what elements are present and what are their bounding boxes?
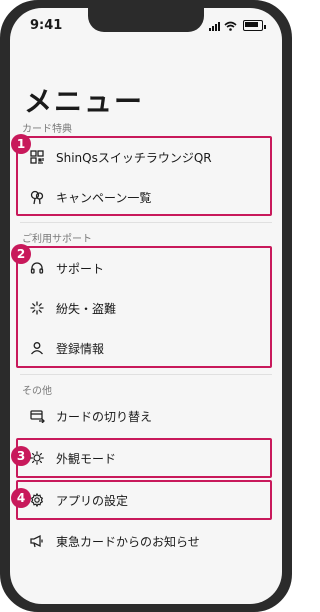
status-time: 9:41 [30,18,63,33]
phone-frame: 9:41 メニュー カード特典 1 ShinQsスイッチラウンジQR キャンペー… [0,0,292,612]
menu-item-lost-stolen[interactable]: 紛失・盗難 [20,289,264,327]
menu-item-app-settings[interactable]: アプリの設定 [20,481,264,519]
menu-item-label: カードの切り替え [56,409,153,424]
menu-item-label: 登録情報 [56,341,105,356]
spark-icon [26,301,48,315]
qr-code-icon [26,150,48,164]
menu-item-label: サポート [56,261,105,276]
menu-item-support[interactable]: サポート [20,249,264,287]
menu-item-label: 外観モード [56,451,117,466]
side-button [0,122,2,162]
section-label-support: ご利用サポート [22,234,92,245]
section-label-card-benefits: カード特典 [22,124,72,135]
signal-icon [209,22,220,31]
menu-item-label: 東急カードからのお知らせ [56,534,200,549]
notch [88,8,204,32]
megaphone-icon [26,534,48,548]
menu-item-label: ShinQsスイッチラウンジQR [56,150,212,165]
headset-icon [26,261,48,275]
wifi-icon [224,21,237,31]
section-label-other: その他 [22,386,52,397]
menu-item-label: 紛失・盗難 [56,301,117,316]
menu-item-campaigns[interactable]: キャンペーン一覧 [20,178,264,216]
battery-icon [243,20,263,31]
menu-item-label: キャンペーン一覧 [56,190,152,205]
menu-item-shinqs-qr[interactable]: ShinQsスイッチラウンジQR [20,138,264,176]
menu-item-appearance-mode[interactable]: 外観モード [20,439,264,477]
person-icon [26,341,48,355]
menu-item-tokyu-notices[interactable]: 東急カードからのお知らせ [20,522,264,560]
gear-icon [26,493,48,507]
menu-item-switch-card[interactable]: カードの切り替え [20,397,264,435]
menu-item-label: アプリの設定 [56,493,129,508]
screen: 9:41 メニュー カード特典 1 ShinQsスイッチラウンジQR キャンペー… [10,8,282,604]
status-icons [209,20,266,31]
balloon-icon [26,190,48,205]
card-switch-icon [26,409,48,423]
page-title: メニュー [24,85,145,118]
sun-icon [26,451,48,465]
menu-item-registration[interactable]: 登録情報 [20,329,264,367]
